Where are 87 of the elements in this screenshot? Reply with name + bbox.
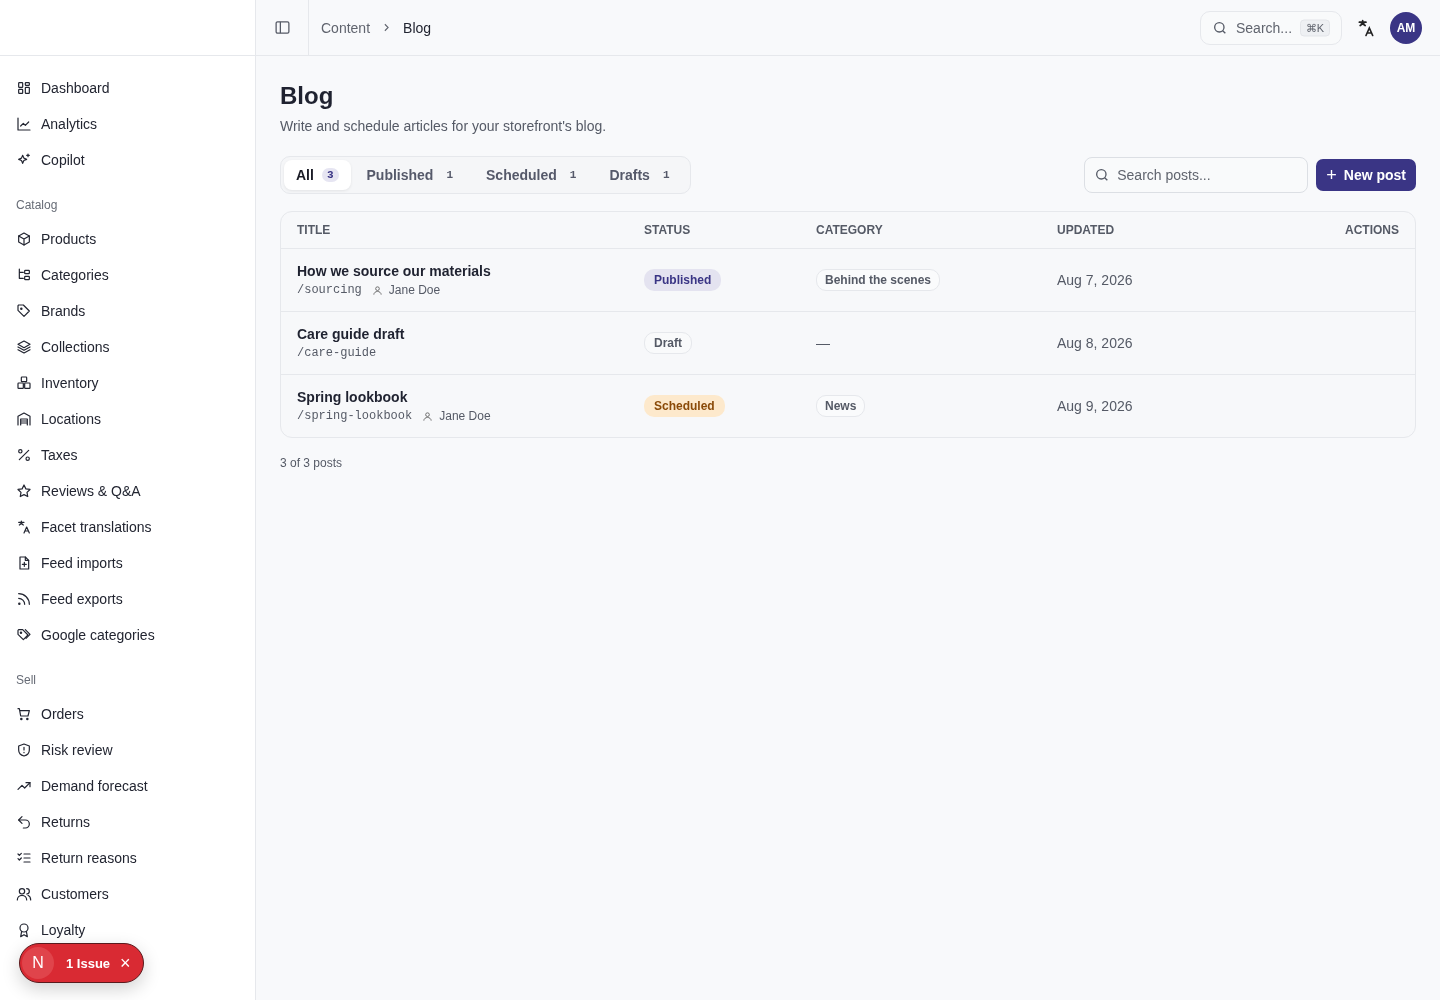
sidebar-toggle-icon[interactable] bbox=[273, 19, 291, 36]
sidebar-item[interactable]: Return reasons bbox=[8, 840, 247, 876]
column-header: CATEGORY bbox=[816, 223, 884, 237]
line-chart-icon bbox=[16, 116, 32, 132]
sidebar-item[interactable]: Risk review bbox=[8, 732, 247, 768]
page-title: Blog bbox=[280, 82, 335, 110]
sidebar-item[interactable]: Analytics bbox=[8, 106, 247, 142]
column-header: TITLE bbox=[297, 223, 332, 237]
tree-icon bbox=[16, 267, 32, 283]
sidebar-item[interactable]: Copilot bbox=[8, 142, 247, 178]
table-cell: Aug 7, 2026 bbox=[1057, 272, 1133, 288]
sidebar-item[interactable]: Facet translations bbox=[8, 509, 247, 545]
cart-icon bbox=[16, 706, 32, 722]
breadcrumb-item[interactable]: Content bbox=[321, 19, 371, 36]
award-icon bbox=[16, 922, 32, 938]
star-icon bbox=[16, 483, 32, 499]
sidebar-item[interactable]: Brands bbox=[8, 293, 247, 329]
breadcrumb-item: Blog bbox=[403, 19, 432, 36]
sidebar-item[interactable]: Demand forecast bbox=[8, 768, 247, 804]
column-header: ACTIONS bbox=[1344, 223, 1399, 237]
sidebar-item[interactable]: Customers bbox=[8, 876, 247, 912]
search-field[interactable]: Search posts... bbox=[1084, 157, 1309, 193]
undo-icon bbox=[16, 814, 32, 830]
sidebar-item[interactable]: Collections bbox=[8, 329, 247, 365]
file-plus-icon bbox=[16, 555, 32, 571]
checklist-icon bbox=[16, 850, 32, 866]
users-icon bbox=[16, 886, 32, 902]
person-icon bbox=[422, 410, 434, 422]
table-cell: Aug 9, 2026 bbox=[1057, 398, 1133, 414]
post-title[interactable]: Spring lookbook bbox=[297, 389, 408, 405]
filter-tab[interactable]: Published 1 bbox=[354, 160, 470, 190]
new-post-button[interactable]: + New post bbox=[1316, 159, 1416, 191]
sidebar-item[interactable]: Reviews & Q&A bbox=[8, 473, 247, 509]
rss-icon bbox=[16, 591, 32, 607]
search-icon bbox=[1212, 19, 1228, 36]
translate-icon[interactable] bbox=[1356, 17, 1376, 38]
percent-icon bbox=[16, 447, 32, 463]
section-label: Catalog bbox=[15, 197, 59, 214]
sidebar-item[interactable]: Feed imports bbox=[8, 545, 247, 581]
box-icon bbox=[16, 231, 32, 247]
column-header: STATUS bbox=[644, 223, 692, 237]
toast-label: 1 Issue bbox=[66, 955, 111, 971]
status-badge: Scheduled bbox=[644, 395, 725, 417]
sidebar-item[interactable]: Locations bbox=[8, 401, 247, 437]
shield-icon bbox=[16, 742, 32, 758]
sidebar-item[interactable]: Products bbox=[8, 221, 247, 257]
category-tag: Behind the scenes bbox=[816, 269, 941, 291]
filter-tab[interactable]: Drafts 1 bbox=[597, 160, 687, 190]
sidebar-item[interactable]: Feed exports bbox=[8, 581, 247, 617]
grid-icon bbox=[16, 80, 32, 96]
close-button[interactable]: × bbox=[118, 954, 133, 972]
layers-icon bbox=[16, 339, 32, 355]
person-icon bbox=[371, 284, 383, 296]
post-author: Jane Doe bbox=[388, 283, 441, 297]
issues-toast[interactable]: N 1 Issue × bbox=[19, 943, 144, 983]
result-count: 3 of 3 posts bbox=[280, 456, 344, 470]
filter-tab[interactable]: All 3 bbox=[284, 160, 351, 190]
post-author: Jane Doe bbox=[439, 409, 491, 423]
filter-tab[interactable]: Scheduled 1 bbox=[474, 160, 594, 190]
tags-icon bbox=[16, 627, 32, 643]
sidebar-item[interactable]: Taxes bbox=[8, 437, 247, 473]
sidebar-item[interactable]: Inventory bbox=[8, 365, 247, 401]
section-label: Sell bbox=[15, 672, 37, 689]
post-title[interactable]: How we source our materials bbox=[297, 263, 491, 279]
sidebar-item[interactable]: Google categories bbox=[8, 617, 247, 653]
page-subtitle: Write and schedule articles for your storefront's blog. bbox=[280, 118, 608, 134]
sidebar-item[interactable]: Returns bbox=[8, 804, 247, 840]
table-cell: — bbox=[816, 335, 830, 351]
toast-avatar: N bbox=[22, 947, 54, 979]
boxes-icon bbox=[16, 375, 32, 391]
sidebar-item[interactable]: Dashboard bbox=[8, 70, 247, 106]
post-slug: /sourcing bbox=[297, 283, 362, 297]
sidebar-item[interactable]: Categories bbox=[8, 257, 247, 293]
table-cell: Aug 8, 2026 bbox=[1057, 335, 1133, 351]
column-header: UPDATED bbox=[1057, 223, 1116, 237]
tag-icon bbox=[16, 303, 32, 319]
post-slug: /care-guide bbox=[297, 346, 377, 360]
user-avatar[interactable]: AM bbox=[1390, 11, 1422, 44]
post-slug: /spring-lookbook bbox=[297, 409, 413, 423]
shortcut-hint: ⌘K bbox=[1299, 19, 1330, 36]
sidebar-item[interactable]: Orders bbox=[8, 696, 247, 732]
warehouse-icon bbox=[16, 411, 32, 427]
post-title[interactable]: Care guide draft bbox=[297, 326, 405, 342]
translate-icon bbox=[16, 519, 32, 535]
status-badge: Draft bbox=[644, 332, 692, 354]
status-badge: Published bbox=[644, 269, 722, 291]
category-tag: News bbox=[816, 395, 866, 417]
